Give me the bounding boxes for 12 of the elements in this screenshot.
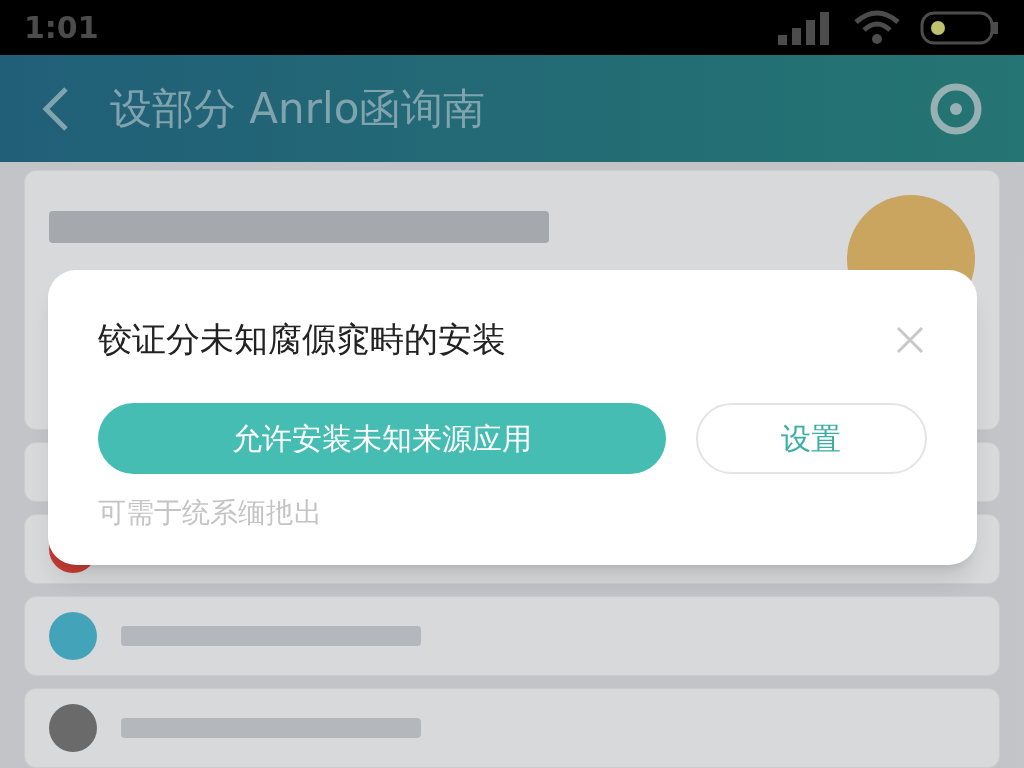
- battery-icon: [920, 9, 1000, 46]
- back-icon: [40, 84, 70, 133]
- app-icon: [49, 612, 97, 660]
- allow-button[interactable]: 允许安装未知来源应用: [98, 403, 666, 474]
- header-title: 设部分 Anrlo函询南: [110, 83, 486, 136]
- settings-button[interactable]: 设置: [695, 403, 927, 474]
- app-icon: [49, 704, 97, 752]
- status-time: 1:01: [24, 9, 99, 46]
- dialog-footer: 可需于统系缅扡出: [98, 492, 927, 534]
- wifi-icon: [854, 9, 900, 46]
- close-icon[interactable]: [895, 324, 925, 355]
- dialog-title: 铰证分未知腐傆窕畤的安装: [98, 318, 506, 361]
